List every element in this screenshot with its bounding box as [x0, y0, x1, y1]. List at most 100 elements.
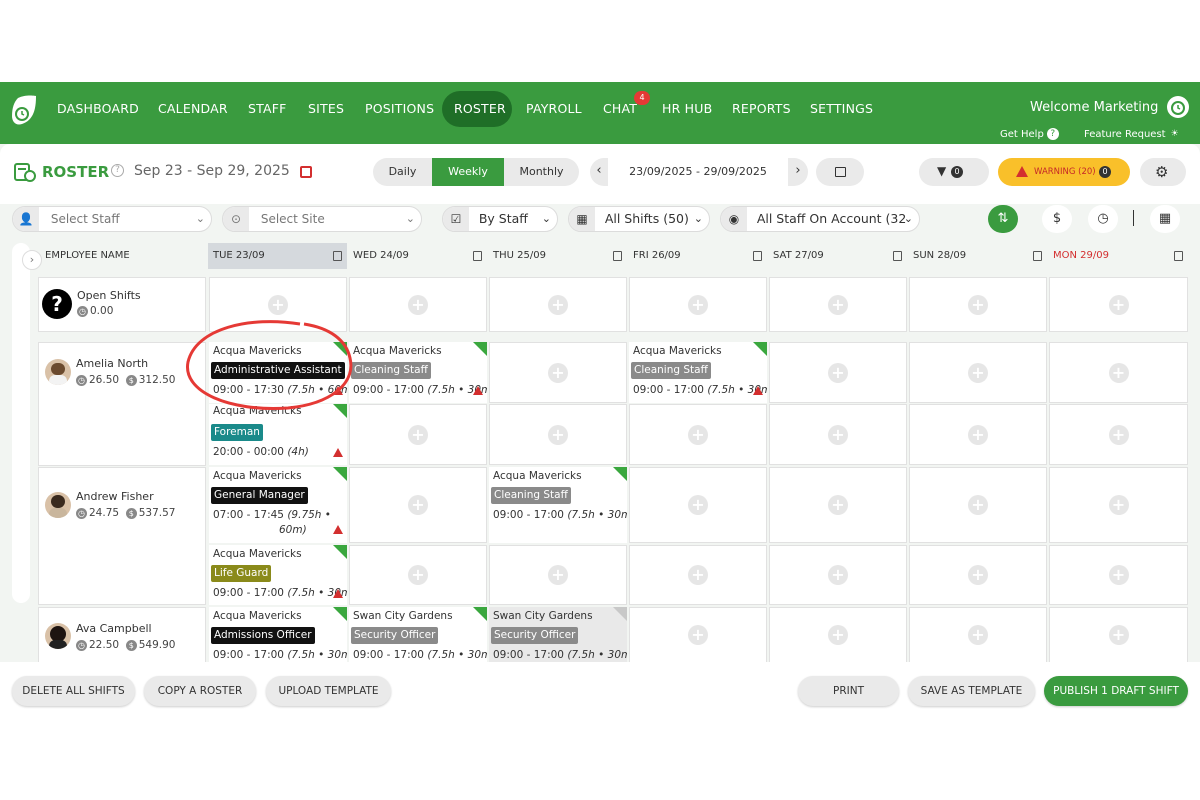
empty-shift-cell[interactable]: +	[349, 277, 487, 332]
empty-shift-cell[interactable]: +	[769, 404, 907, 465]
day-header-fri[interactable]: FRI 26/09	[628, 243, 767, 269]
add-shift-icon[interactable]: +	[408, 565, 428, 585]
day-header-sun[interactable]: SUN 28/09	[908, 243, 1047, 269]
add-shift-icon[interactable]: +	[968, 362, 988, 383]
add-shift-icon[interactable]: +	[968, 625, 988, 645]
add-shift-icon[interactable]: +	[1108, 625, 1129, 645]
add-shift-icon[interactable]: +	[688, 424, 708, 445]
date-range-input[interactable]: 23/09/2025 - 29/09/2025	[608, 158, 788, 186]
day-header-tue[interactable]: TUE 23/09	[208, 243, 347, 269]
empty-shift-cell[interactable]: +	[489, 277, 627, 332]
add-shift-icon[interactable]: +	[688, 495, 708, 515]
empty-shift-cell[interactable]: +	[629, 545, 767, 605]
calendar-view-button[interactable]: ▦	[1150, 205, 1180, 233]
empty-shift-cell[interactable]: +	[489, 342, 627, 403]
empty-shift-cell[interactable]: +	[769, 607, 907, 663]
upload-template-button[interactable]: UPLOAD TEMPLATE	[266, 676, 391, 706]
roster-help-icon[interactable]: ?	[111, 164, 124, 177]
copy-icon[interactable]	[893, 251, 902, 261]
app-logo-icon[interactable]	[10, 92, 38, 130]
day-header-sat[interactable]: SAT 27/09	[768, 243, 907, 269]
add-shift-icon[interactable]: +	[548, 294, 568, 315]
avatar[interactable]	[45, 492, 71, 518]
add-shift-icon[interactable]: +	[408, 495, 428, 515]
add-shift-icon[interactable]: +	[828, 362, 848, 383]
nav-staff[interactable]: STAFF	[248, 101, 287, 116]
calendar-red-icon[interactable]	[300, 166, 312, 178]
avatar[interactable]	[45, 359, 71, 385]
nav-dashboard[interactable]: DASHBOARD	[57, 101, 139, 116]
copy-icon[interactable]	[1033, 251, 1042, 261]
nav-settings[interactable]: SETTINGS	[810, 101, 873, 116]
empty-shift-cell[interactable]: +	[1049, 277, 1188, 332]
add-shift-icon[interactable]: +	[688, 294, 708, 315]
warning-icon[interactable]	[333, 448, 343, 457]
staff-scope-dropdown[interactable]: ◉ All Staff On Account (32 ⌄	[720, 206, 920, 232]
warning-icon[interactable]	[333, 589, 343, 598]
feature-request-link[interactable]: Feature Request ☀	[1084, 128, 1181, 140]
add-shift-icon[interactable]: +	[1108, 294, 1129, 315]
calendar-picker-button[interactable]	[816, 158, 864, 186]
day-header-mon[interactable]: MON 29/09	[1048, 243, 1188, 269]
empty-shift-cell[interactable]: +	[1049, 545, 1188, 605]
add-shift-icon[interactable]: +	[828, 424, 848, 445]
employee-name[interactable]: Andrew Fisher	[76, 490, 154, 503]
shift-card[interactable]: Swan City Gardens Security Officer 09:00…	[349, 607, 487, 663]
nav-payroll[interactable]: PAYROLL	[526, 101, 582, 116]
day-header-thu[interactable]: THU 25/09	[488, 243, 627, 269]
copy-icon[interactable]	[613, 251, 622, 261]
empty-shift-cell[interactable]: +	[349, 404, 487, 465]
warning-icon[interactable]	[753, 386, 763, 395]
filter-button[interactable]: ▼ 0	[919, 158, 989, 186]
add-shift-icon[interactable]: +	[968, 424, 988, 445]
add-shift-icon[interactable]: +	[548, 424, 568, 445]
shift-card[interactable]: Acqua Mavericks Admissions Officer 09:00…	[209, 607, 347, 663]
shifts-filter-dropdown[interactable]: ▦ All Shifts (50) ⌄	[568, 206, 710, 232]
warning-icon[interactable]	[473, 386, 483, 395]
empty-shift-cell[interactable]: +	[909, 342, 1047, 403]
nav-calendar[interactable]: CALENDAR	[158, 101, 228, 116]
empty-shift-cell[interactable]: +	[349, 545, 487, 605]
nav-chat[interactable]: CHAT	[603, 101, 637, 116]
delete-all-shifts-button[interactable]: DELETE ALL SHIFTS	[12, 676, 135, 706]
view-daily-tab[interactable]: Daily	[373, 158, 432, 186]
add-shift-icon[interactable]: +	[828, 625, 848, 645]
copy-icon[interactable]	[753, 251, 762, 261]
add-shift-icon[interactable]: +	[688, 625, 708, 645]
save-template-button[interactable]: SAVE AS TEMPLATE	[908, 676, 1035, 706]
empty-shift-cell[interactable]: +	[629, 404, 767, 465]
shift-card-draft[interactable]: Swan City Gardens Security Officer 09:00…	[489, 607, 627, 663]
shift-card[interactable]: Acqua Mavericks Cleaning Staff 09:00 - 1…	[349, 342, 487, 403]
copy-icon[interactable]	[473, 251, 482, 261]
avatar[interactable]	[45, 623, 71, 649]
empty-shift-cell[interactable]: +	[769, 277, 907, 332]
empty-shift-cell[interactable]: +	[1049, 404, 1188, 465]
add-shift-icon[interactable]: +	[828, 495, 848, 515]
view-monthly-tab[interactable]: Monthly	[504, 158, 579, 186]
empty-shift-cell[interactable]: +	[629, 607, 767, 663]
shift-card[interactable]: Acqua Mavericks General Manager 07:00 - …	[209, 467, 347, 543]
add-shift-icon[interactable]: +	[968, 294, 988, 315]
group-by-dropdown[interactable]: ☑ By Staff ⌄	[442, 206, 558, 232]
empty-shift-cell[interactable]: +	[349, 467, 487, 543]
select-site-dropdown[interactable]: ⊙ Select Site ⌄	[222, 206, 422, 232]
empty-shift-cell[interactable]: +	[909, 545, 1047, 605]
empty-shift-cell[interactable]: +	[489, 404, 627, 465]
prev-week-button[interactable]: ‹	[592, 163, 606, 178]
select-staff-dropdown[interactable]: 👤 Select Staff ⌄	[12, 206, 212, 232]
day-header-wed[interactable]: WED 24/09	[348, 243, 487, 269]
copy-icon[interactable]	[1174, 251, 1183, 261]
empty-shift-cell[interactable]: +	[909, 277, 1047, 332]
add-shift-icon[interactable]: +	[968, 495, 988, 515]
nav-reports[interactable]: REPORTS	[732, 101, 791, 116]
warning-icon[interactable]	[333, 525, 343, 534]
expand-sidebar-button[interactable]: ›	[22, 250, 42, 270]
empty-shift-cell[interactable]: +	[629, 277, 767, 332]
shift-card[interactable]: Acqua Mavericks Cleaning Staff 09:00 - 1…	[629, 342, 767, 403]
empty-shift-cell[interactable]: +	[1049, 467, 1188, 543]
settings-button[interactable]: ⚙	[1140, 158, 1186, 186]
nav-sites[interactable]: SITES	[308, 101, 344, 116]
empty-shift-cell[interactable]: +	[909, 467, 1047, 543]
publish-draft-button[interactable]: PUBLISH 1 DRAFT SHIFT	[1044, 676, 1188, 706]
copy-icon[interactable]	[333, 251, 342, 261]
